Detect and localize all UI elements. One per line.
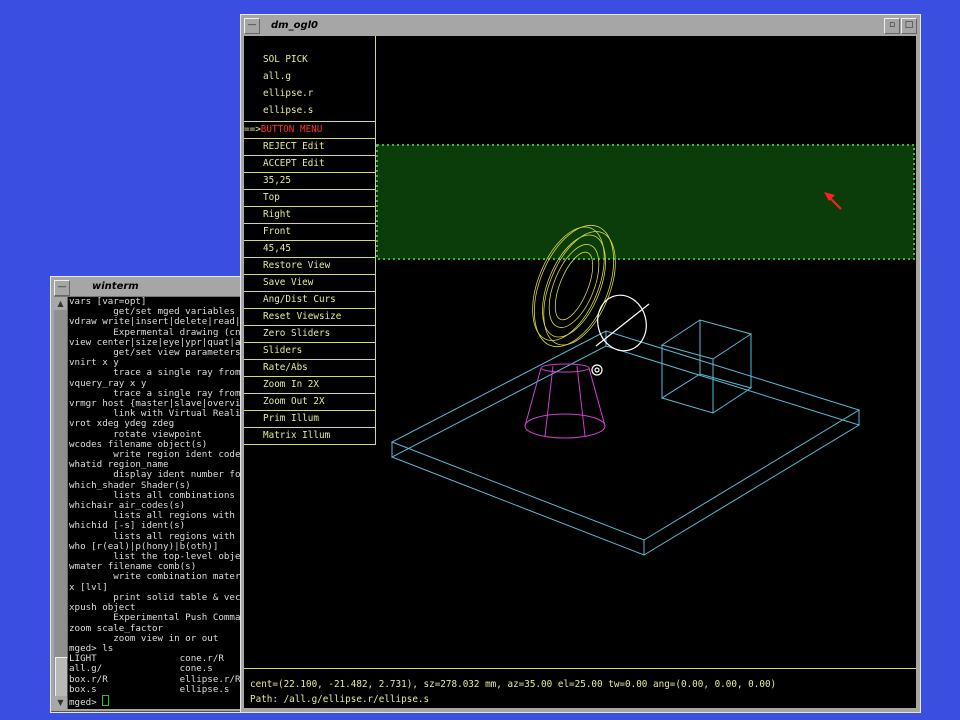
menu-item-reset-viewsize[interactable]: Reset Viewsize	[244, 309, 376, 326]
maximize-icon[interactable]: □	[901, 18, 917, 34]
menu-item-save-view[interactable]: Save View	[244, 275, 376, 292]
terminal-output[interactable]: vars [var=opt] get/set mged variables vdr…	[68, 297, 258, 709]
menu-item-prim-illum[interactable]: Prim Illum	[244, 411, 376, 428]
scroll-up-arrow-icon[interactable]: ▲	[54, 297, 67, 310]
minimize-icon[interactable]: ▫	[884, 18, 900, 34]
terminal-prompt: mged>	[69, 696, 103, 708]
header-line-4: ellipse.s	[263, 105, 314, 116]
menu-item-zoom-in[interactable]: Zoom In 2X	[244, 377, 376, 394]
sol-pick-header: SOL PICK all.g ellipse.r ellipse.s	[244, 36, 376, 122]
menu-item-restore-view[interactable]: Restore View	[244, 258, 376, 275]
menu-item-right[interactable]: Right	[244, 207, 376, 224]
winterm-title: winterm	[92, 281, 139, 292]
menu-item-zoom-out[interactable]: Zoom Out 2X	[244, 394, 376, 411]
text-cursor	[102, 694, 110, 706]
scroll-thumb[interactable]	[55, 657, 68, 699]
status-area: cent=(22.100, -21.482, 2.731), sz=278.03…	[244, 668, 916, 708]
header-line-1: SOL PICK	[263, 54, 308, 65]
menu-item-matrix-illum[interactable]: Matrix Illum	[244, 428, 376, 445]
menu-item-button-menu[interactable]: ==>BUTTON MENU	[244, 122, 376, 139]
winterm-window[interactable]: — winterm ▲ ▼ vars [var=opt] get/set mge…	[50, 276, 262, 713]
path-line: Path: /all.g/ellipse.r/ellipse.s	[250, 694, 430, 705]
menu-item-label: BUTTON MENU	[260, 124, 323, 135]
dm-ogl0-title: dm_ogl0	[271, 20, 318, 31]
menu-item-rate-abs[interactable]: Rate/Abs	[244, 360, 376, 377]
winterm-titlebar[interactable]: — winterm	[54, 280, 258, 297]
menu-item-front[interactable]: Front	[244, 224, 376, 241]
menu-item-reject-edit[interactable]: REJECT Edit	[244, 139, 376, 156]
terminal-line: Experimental Push Comman	[69, 612, 247, 624]
menu-item-45-45[interactable]: 45,45	[244, 241, 376, 258]
menu-item-top[interactable]: Top	[244, 190, 376, 207]
dm-ogl0-window[interactable]: — dm_ogl0 ▫ □ SOL PICK all.g ellipse.r e…	[240, 14, 921, 713]
menu-item-ang-dist-curs[interactable]: Ang/Dist Curs	[244, 292, 376, 309]
window-menu-button[interactable]: —	[54, 280, 70, 296]
graphics-canvas[interactable]: SOL PICK all.g ellipse.r ellipse.s ==>BU…	[244, 36, 916, 708]
window-menu-button[interactable]: —	[244, 18, 260, 34]
winterm-scrollbar[interactable]: ▲ ▼	[54, 297, 68, 709]
box-wireframe	[390, 330, 861, 556]
view-status-line: cent=(22.100, -21.482, 2.731), sz=278.03…	[250, 679, 777, 690]
terminal-line: all.g/ cone.s	[69, 663, 213, 675]
menu-item-accept-edit[interactable]: ACCEPT Edit	[244, 156, 376, 173]
menu-item-zero-sliders[interactable]: Zero Sliders	[244, 326, 376, 343]
dm-ogl0-titlebar[interactable]: — dm_ogl0 ▫ □	[243, 17, 918, 35]
button-menu-panel: SOL PICK all.g ellipse.r ellipse.s ==>BU…	[244, 36, 376, 445]
scroll-down-arrow-icon[interactable]: ▼	[54, 696, 67, 709]
selected-marker: ==>	[244, 124, 261, 135]
cube-wireframe	[660, 319, 753, 414]
menu-item-sliders[interactable]: Sliders	[244, 343, 376, 360]
terminal-line: box.s ellipse.s	[69, 683, 230, 695]
ellipse-wireframe	[591, 294, 650, 376]
header-line-3: ellipse.r	[263, 88, 314, 99]
cone-wireframe	[524, 363, 606, 439]
menu-item-35-25[interactable]: 35,25	[244, 173, 376, 190]
header-line-2: all.g	[263, 71, 291, 82]
